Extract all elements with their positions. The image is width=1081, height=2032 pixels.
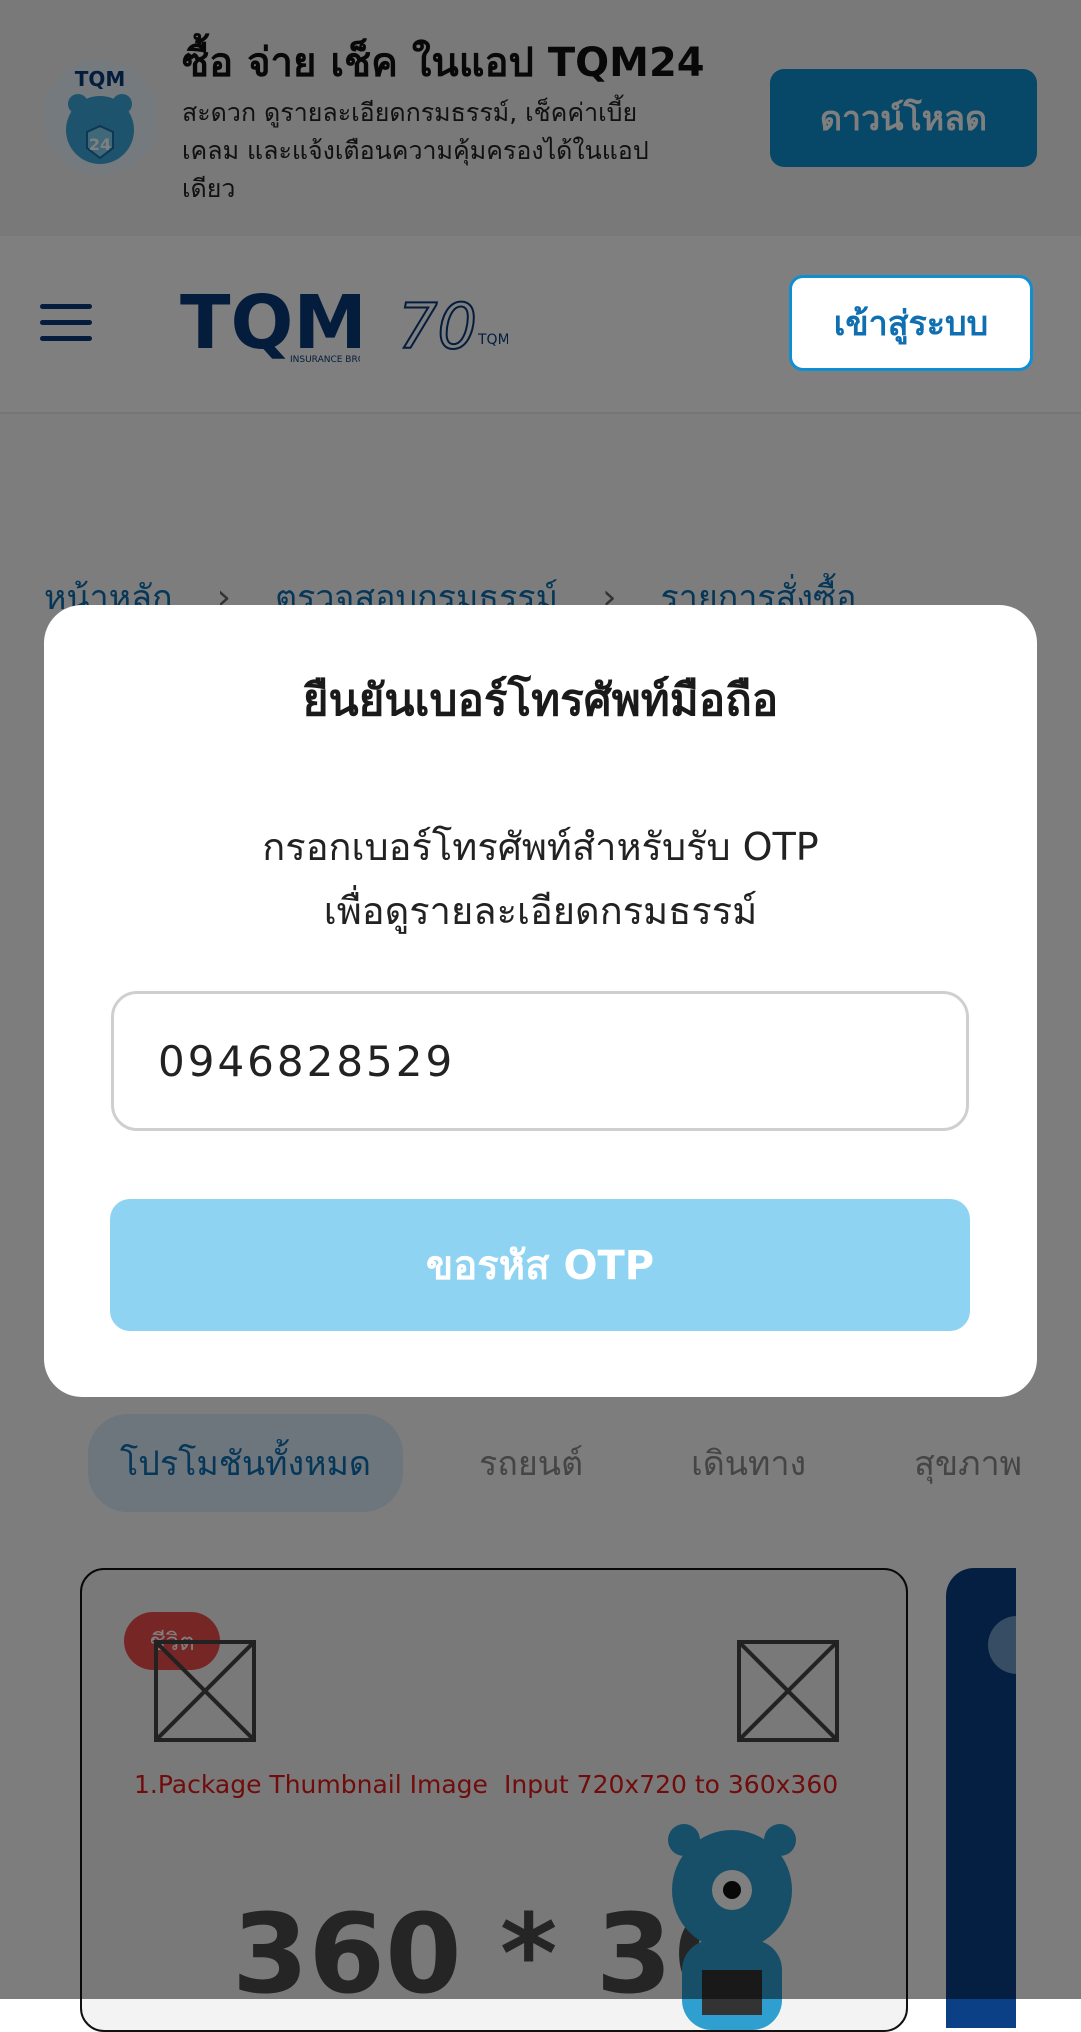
modal-description-line-2: เพื่อดูรายละเอียดกรมธรรม์ — [323, 889, 758, 933]
modal-description: กรอกเบอร์โทรศัพท์สำหรับรับ OTP เพื่อดูรา… — [44, 815, 1037, 943]
modal-description-line-1: กรอกเบอร์โทรศัพท์สำหรับรับ OTP — [262, 825, 819, 869]
phone-number-input[interactable] — [111, 991, 969, 1131]
request-otp-button[interactable]: ขอรหัส OTP — [110, 1199, 970, 1331]
verify-phone-modal: ยืนยันเบอร์โทรศัพท์มือถือ กรอกเบอร์โทรศั… — [44, 605, 1037, 1397]
login-button[interactable]: เข้าสู่ระบบ — [789, 275, 1033, 371]
modal-title: ยืนยันเบอร์โทรศัพท์มือถือ — [302, 675, 779, 726]
